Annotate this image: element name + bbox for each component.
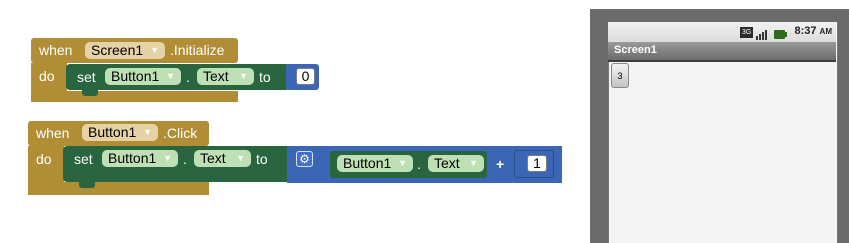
phone-status-bar: 3G 8:37 AM — [608, 22, 836, 42]
click-event-name: .Click — [163, 125, 198, 141]
click-target-dropdown[interactable]: Button1 ▼ — [102, 150, 178, 167]
initialize-target-dropdown[interactable]: Button1 ▼ — [105, 68, 181, 85]
initialize-component-label: Screen1 — [91, 42, 144, 58]
click-target-label: Button1 — [108, 150, 157, 166]
network-icon: 3G — [740, 27, 753, 38]
initialize-do-label: do — [39, 68, 55, 84]
click-dot: . — [183, 151, 187, 167]
click-component-dropdown[interactable]: Button1 ▼ — [82, 124, 158, 141]
getter-property-label: Text — [434, 155, 460, 171]
initialize-number-field[interactable]: 0 — [296, 68, 315, 85]
click-to-label: to — [256, 151, 268, 167]
chevron-down-icon: ▼ — [469, 158, 478, 168]
gear-icon[interactable]: ⚙ — [296, 151, 313, 167]
getter-component-dropdown[interactable]: Button1 ▼ — [337, 155, 413, 172]
initialize-set-notch — [82, 90, 98, 96]
getter-dot: . — [417, 156, 421, 172]
initialize-set-label: set — [77, 69, 96, 85]
chevron-down-icon: ▼ — [398, 158, 407, 168]
chevron-down-icon: ▼ — [236, 153, 245, 163]
click-set-label: set — [74, 151, 93, 167]
chevron-down-icon: ▼ — [150, 45, 159, 55]
initialize-event-name: .Initialize — [170, 42, 225, 58]
phone-button1[interactable]: 3 — [611, 63, 629, 88]
initialize-property-dropdown[interactable]: Text ▼ — [197, 68, 254, 85]
clock-ampm: AM — [819, 27, 832, 36]
initialize-dot: . — [186, 69, 190, 85]
click-property-dropdown[interactable]: Text ▼ — [194, 150, 251, 167]
chevron-down-icon: ▼ — [239, 71, 248, 81]
phone-title-bar: Screen1 — [608, 42, 836, 62]
addend-number-field[interactable]: 1 — [527, 155, 547, 172]
initialize-event-footer — [31, 91, 238, 102]
screen-title: Screen1 — [614, 44, 657, 56]
click-when-label: when — [36, 125, 70, 141]
initialize-target-label: Button1 — [111, 68, 160, 84]
initialize-property-label: Text — [203, 68, 229, 84]
click-event-footer — [28, 182, 209, 195]
initialize-when-label: when — [39, 42, 73, 58]
initialize-component-dropdown[interactable]: Screen1 ▼ — [85, 42, 165, 59]
click-do-label: do — [36, 151, 52, 167]
click-set-notch — [79, 182, 95, 188]
getter-component-label: Button1 — [343, 155, 392, 171]
status-time: 8:37 AM — [794, 25, 832, 37]
click-component-label: Button1 — [88, 124, 137, 140]
getter-property-dropdown[interactable]: Text ▼ — [428, 155, 484, 172]
clock-time: 8:37 — [794, 25, 817, 37]
chevron-down-icon: ▼ — [166, 71, 175, 81]
battery-icon — [773, 27, 787, 39]
chevron-down-icon: ▼ — [143, 127, 152, 137]
initialize-to-label: to — [259, 69, 271, 85]
click-property-label: Text — [200, 150, 226, 166]
chevron-down-icon: ▼ — [163, 153, 172, 163]
plus-operator: + — [496, 156, 505, 172]
signal-icon — [756, 27, 770, 40]
phone-top-edge — [590, 0, 849, 9]
